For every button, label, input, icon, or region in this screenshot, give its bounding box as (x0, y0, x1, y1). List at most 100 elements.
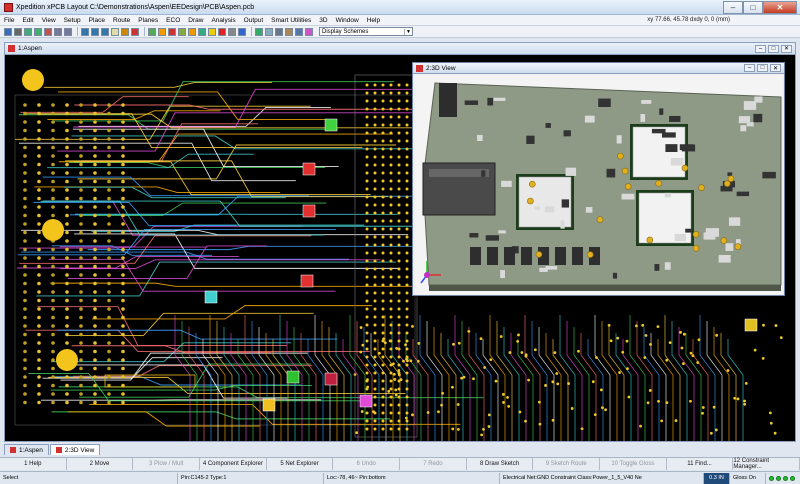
tune-icon[interactable] (198, 27, 206, 36)
status-gloss[interactable]: Gloss On (730, 472, 766, 484)
layout-close-button[interactable]: ✕ (781, 44, 792, 53)
drc-icon[interactable] (158, 27, 166, 36)
route-icon[interactable] (131, 27, 139, 36)
select-icon[interactable] (111, 27, 119, 36)
pcb-pad (121, 315, 125, 320)
display-icon[interactable] (295, 27, 303, 36)
pcb-pad (23, 145, 27, 150)
paste-icon[interactable] (64, 27, 72, 36)
pcb-pad (79, 366, 83, 371)
grid-icon[interactable] (228, 27, 236, 36)
axis-origin-3d (424, 272, 430, 278)
pcb-via (389, 115, 393, 119)
gold-pad-3d (624, 183, 632, 190)
3d-icon[interactable] (265, 27, 273, 36)
status-grid[interactable]: 0.3 IN (704, 472, 730, 484)
measure-icon[interactable] (285, 27, 293, 36)
view-3d-maximize-button[interactable]: □ (757, 64, 768, 72)
place-icon[interactable] (121, 27, 129, 36)
print-icon[interactable] (14, 27, 22, 36)
menu-view[interactable]: View (38, 17, 60, 24)
function-key-7[interactable]: 7 Redo (400, 458, 467, 470)
display-schemes-dropdown[interactable]: Display Schemes ▼ (319, 27, 413, 36)
plane-icon[interactable] (148, 27, 156, 36)
menu-place[interactable]: Place (85, 17, 109, 24)
pcb-via (397, 203, 401, 207)
copy-icon[interactable] (54, 27, 62, 36)
layer-icon[interactable] (238, 27, 246, 36)
redo-icon[interactable] (34, 27, 42, 36)
pcb-via (373, 99, 377, 103)
function-key-8[interactable]: 8 Draw Sketch (467, 458, 534, 470)
tab-3d-view[interactable]: 2:3D View (49, 444, 101, 455)
close-button[interactable]: ✕ (763, 0, 797, 14)
fit-board-icon[interactable] (101, 27, 109, 36)
layout-minimize-button[interactable]: – (755, 44, 766, 53)
zoom-out-icon[interactable] (91, 27, 99, 36)
menu-help[interactable]: Help (363, 17, 384, 24)
pcb-via (382, 337, 385, 341)
function-key-5[interactable]: 5 Net Explorer (267, 458, 334, 470)
menu-draw[interactable]: Draw (184, 17, 207, 24)
menu-route[interactable]: Route (109, 17, 134, 24)
pcb-component (262, 398, 276, 412)
view-3d-minimize-button[interactable]: – (744, 64, 755, 72)
hazard-icon[interactable] (208, 27, 216, 36)
function-key-1[interactable]: 1 Help (0, 458, 67, 470)
function-key-3[interactable]: 3 Plow / Mult (133, 458, 201, 470)
menu-file[interactable]: File (0, 17, 18, 24)
pcb-trace (636, 321, 653, 441)
pcb-via (397, 123, 401, 127)
menu-edit[interactable]: Edit (18, 17, 37, 24)
cut-icon[interactable] (44, 27, 52, 36)
mounting-hole (42, 219, 64, 241)
via-icon[interactable] (168, 27, 176, 36)
tab-aspen[interactable]: 1:Aspen (4, 444, 49, 455)
function-key-2[interactable]: 2 Move (67, 458, 134, 470)
function-key-11[interactable]: 11 Find... (667, 458, 734, 470)
menu-setup[interactable]: Setup (60, 17, 85, 24)
trace-icon[interactable] (178, 27, 186, 36)
pcb-via (389, 123, 393, 127)
small-component-3d (659, 108, 664, 115)
menu-window[interactable]: Window (332, 17, 363, 24)
view-3d-close-button[interactable]: ✕ (770, 64, 781, 72)
zoom-in-icon[interactable] (81, 27, 89, 36)
pcb-via (405, 139, 409, 143)
function-key-9[interactable]: 9 Sketch Route (533, 458, 601, 470)
save-icon[interactable] (4, 27, 12, 36)
camera-icon[interactable] (275, 27, 283, 36)
function-key-4[interactable]: 4 Component Explorer (200, 458, 267, 470)
pcb-pad (23, 120, 27, 124)
menu-smart-utilities[interactable]: Smart Utilities (267, 17, 315, 24)
pcb-via (381, 419, 385, 423)
minimize-button[interactable]: – (723, 0, 743, 14)
pcb-pad (65, 400, 69, 405)
pcb-pad (23, 298, 27, 303)
pcb-trace (615, 333, 632, 441)
menu-output[interactable]: Output (240, 17, 268, 24)
undo-icon[interactable] (24, 27, 32, 36)
run-icon[interactable] (255, 27, 263, 36)
flag-icon[interactable] (218, 27, 226, 36)
pcb-via (405, 331, 409, 335)
pcb-via (701, 406, 705, 409)
menu-planes[interactable]: Planes (134, 17, 162, 24)
function-key-10[interactable]: 10 Toggle Gloss (600, 458, 667, 470)
pcb-pad (23, 290, 27, 294)
fanout-icon[interactable] (188, 27, 196, 36)
pcb-via (405, 235, 409, 239)
function-key-12[interactable]: 12 Constraint Manager... (733, 458, 800, 470)
pcb-pad (93, 349, 97, 354)
menu-3d[interactable]: 3D (315, 17, 331, 24)
app-icon[interactable] (4, 2, 13, 12)
pcb-via (373, 395, 377, 399)
function-key-6[interactable]: 6 Undo (333, 458, 401, 470)
menu-eco[interactable]: ECO (162, 17, 184, 24)
menu-analysis[interactable]: Analysis (207, 17, 239, 24)
view-3d-canvas[interactable] (415, 75, 782, 294)
maximize-button[interactable]: □ (743, 0, 763, 14)
color-icon[interactable] (305, 27, 313, 36)
view-3d-window[interactable]: 2:3D View – □ ✕ (412, 62, 785, 296)
layout-maximize-button[interactable]: □ (768, 44, 779, 53)
